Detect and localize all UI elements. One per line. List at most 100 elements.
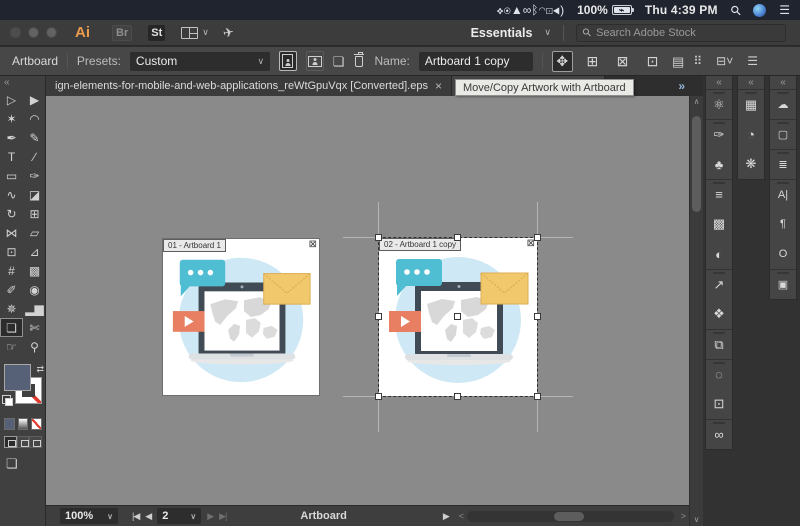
hand-tool[interactable]: ☞ bbox=[0, 337, 23, 356]
tab-converted-eps[interactable]: ign-elements-for-mobile-and-web-applicat… bbox=[46, 76, 452, 96]
align-panel-icon[interactable]: ≣ bbox=[770, 149, 796, 179]
collapse-panel-icon[interactable]: « bbox=[738, 76, 764, 89]
fill-swatch[interactable] bbox=[4, 364, 31, 391]
eyedropper-tool[interactable]: ✐ bbox=[0, 280, 23, 299]
workspace-switcher[interactable]: Essentials bbox=[471, 26, 533, 40]
color-guide-panel-icon[interactable]: ◔ bbox=[738, 119, 764, 149]
artboards-panel-icon[interactable]: ⧉ bbox=[706, 329, 732, 359]
selection-handle[interactable] bbox=[375, 234, 382, 241]
stroke-panel-icon[interactable]: ≡ bbox=[706, 179, 732, 209]
stock-button[interactable]: St bbox=[148, 25, 165, 41]
draw-inside-button[interactable] bbox=[29, 436, 42, 448]
transparency-panel-icon[interactable]: ◐ bbox=[706, 239, 732, 269]
spotlight-icon[interactable]: ⚲ bbox=[728, 2, 744, 18]
artboard-number-dropdown[interactable]: 2 ∨ bbox=[157, 508, 201, 524]
horizontal-scroll-track[interactable] bbox=[467, 511, 674, 522]
window-minimize-button[interactable] bbox=[28, 27, 39, 38]
zoom-level-dropdown[interactable]: 100% ∨ bbox=[60, 508, 118, 524]
volume-icon[interactable]: ◀) bbox=[553, 3, 564, 17]
draw-behind-button[interactable] bbox=[17, 436, 30, 448]
artboard-close-icon[interactable]: ⊠ bbox=[309, 240, 317, 250]
collapse-panel-icon[interactable]: « bbox=[706, 76, 732, 89]
creative-cloud-icon[interactable]: ◉ bbox=[504, 3, 511, 17]
direct-selection-tool[interactable]: ▶ bbox=[23, 90, 46, 109]
slice-tool[interactable]: ✄ bbox=[23, 318, 46, 337]
gradient-tool[interactable]: ▩ bbox=[23, 261, 46, 280]
default-fill-stroke-icon[interactable] bbox=[2, 395, 11, 404]
google-drive-icon[interactable]: ▲ bbox=[511, 3, 523, 17]
portrait-orientation-button[interactable] bbox=[279, 51, 297, 71]
character-panel-icon[interactable]: A| bbox=[770, 179, 796, 209]
zoom-tool[interactable]: ⚲ bbox=[23, 337, 46, 356]
selection-handle[interactable] bbox=[375, 393, 382, 400]
symbols-panel-icon[interactable]: ♣ bbox=[706, 149, 732, 179]
gpu-performance-icon[interactable]: ✈ bbox=[221, 24, 235, 42]
vertical-scroll-track[interactable] bbox=[690, 108, 703, 514]
selection-handle[interactable] bbox=[375, 313, 382, 320]
selection-handle[interactable] bbox=[534, 234, 541, 241]
window-close-button[interactable] bbox=[10, 27, 21, 38]
bluetooth-icon[interactable]: ᛒ bbox=[531, 3, 538, 17]
scroll-down-icon[interactable]: ∨ bbox=[694, 514, 700, 526]
wifi-icon[interactable]: ◠ bbox=[539, 3, 546, 17]
window-zoom-button[interactable] bbox=[46, 27, 57, 38]
mesh-tool[interactable]: # bbox=[0, 261, 23, 280]
none-button[interactable] bbox=[31, 418, 42, 430]
asset-export-panel-icon[interactable]: ↗ bbox=[706, 269, 732, 299]
airplay-icon[interactable]: ⊡ bbox=[546, 3, 553, 17]
vertical-scrollbar[interactable]: ∧ ∨ bbox=[689, 96, 703, 526]
links-panel-icon[interactable]: ∞ bbox=[706, 419, 732, 449]
column-graph-tool[interactable]: ▂▆ bbox=[23, 299, 46, 318]
gradient-button[interactable] bbox=[18, 418, 29, 430]
artboard-name-input[interactable]: Artboard 1 copy bbox=[419, 52, 533, 71]
artboard-1[interactable]: 01 - Artboard 1 ⊠ bbox=[162, 238, 320, 396]
scale-tool[interactable]: ⊞ bbox=[23, 204, 46, 223]
gradient-panel-icon[interactable]: ▩ bbox=[706, 209, 732, 239]
width-tool[interactable]: ⋈ bbox=[0, 223, 23, 242]
symbol-sprayer-tool[interactable]: ✵ bbox=[0, 299, 23, 318]
artboard-2-label[interactable]: 02 - Artboard 1 copy bbox=[379, 238, 461, 251]
vertical-scroll-thumb[interactable] bbox=[692, 116, 701, 212]
selection-handle[interactable] bbox=[454, 234, 461, 241]
previous-artboard-button[interactable]: ◀ bbox=[145, 511, 151, 522]
magic-wand-tool[interactable]: ✶ bbox=[0, 109, 23, 128]
perspective-grid-tool[interactable]: ⊿ bbox=[23, 242, 46, 261]
artboard-show-center-button[interactable]: ⊞ bbox=[582, 51, 603, 72]
selection-handle[interactable] bbox=[534, 393, 541, 400]
collapse-panel-icon[interactable]: « bbox=[770, 76, 796, 89]
move-copy-artwork-button[interactable]: ✥ bbox=[552, 51, 573, 72]
scroll-right-icon[interactable]: > bbox=[678, 511, 689, 521]
line-segment-tool[interactable]: ∕ bbox=[23, 147, 46, 166]
color-panel-icon[interactable]: ❋ bbox=[738, 149, 764, 179]
scroll-left-icon[interactable]: < bbox=[456, 511, 467, 521]
draw-normal-button[interactable] bbox=[4, 436, 17, 448]
chevron-down-icon[interactable]: ∨ bbox=[544, 27, 551, 38]
artboard-show-video-safe-button[interactable]: ⊡ bbox=[642, 51, 663, 72]
horizontal-scroll-thumb[interactable] bbox=[554, 512, 584, 521]
shape-builder-tool[interactable]: ⊡ bbox=[0, 242, 23, 261]
type-tool[interactable]: T bbox=[0, 147, 23, 166]
color-button[interactable] bbox=[4, 418, 15, 430]
paragraph-panel-icon[interactable]: ¶ bbox=[770, 209, 796, 239]
grid-dots-icon[interactable]: ⠿ bbox=[693, 54, 702, 68]
scroll-up-icon[interactable]: ∧ bbox=[694, 96, 700, 108]
pen-tool[interactable]: ✒ bbox=[0, 128, 23, 147]
rotate-tool[interactable]: ↻ bbox=[0, 204, 23, 223]
free-transform-panel-icon[interactable]: ▢ bbox=[770, 119, 796, 149]
menubar-clock[interactable]: Thu 4:39 PM bbox=[645, 3, 718, 17]
canvas-pasteboard[interactable]: 01 - Artboard 1 ⊠ bbox=[46, 96, 689, 505]
battery-indicator[interactable]: 100% ⌁ bbox=[577, 3, 632, 17]
siri-icon[interactable] bbox=[753, 4, 766, 17]
curvature-tool[interactable]: ✎ bbox=[23, 128, 46, 147]
presets-dropdown[interactable]: Custom ∨ bbox=[130, 52, 270, 71]
artboard-2[interactable]: 02 - Artboard 1 copy ⊠ bbox=[379, 238, 537, 396]
chevron-down-icon[interactable]: ∨ bbox=[202, 27, 209, 38]
swap-fill-stroke-icon[interactable]: ⇄ bbox=[36, 364, 44, 375]
adobe-stock-search-input[interactable]: ⚲ Search Adobe Stock bbox=[576, 24, 786, 42]
arrange-documents-icon[interactable] bbox=[181, 27, 198, 39]
paintbrush-tool[interactable]: ✑ bbox=[23, 166, 46, 185]
rectangle-tool[interactable]: ▭ bbox=[0, 166, 23, 185]
free-transform-tool[interactable]: ▱ bbox=[23, 223, 46, 242]
delete-artboard-button[interactable] bbox=[355, 56, 363, 67]
selection-handle[interactable] bbox=[534, 313, 541, 320]
